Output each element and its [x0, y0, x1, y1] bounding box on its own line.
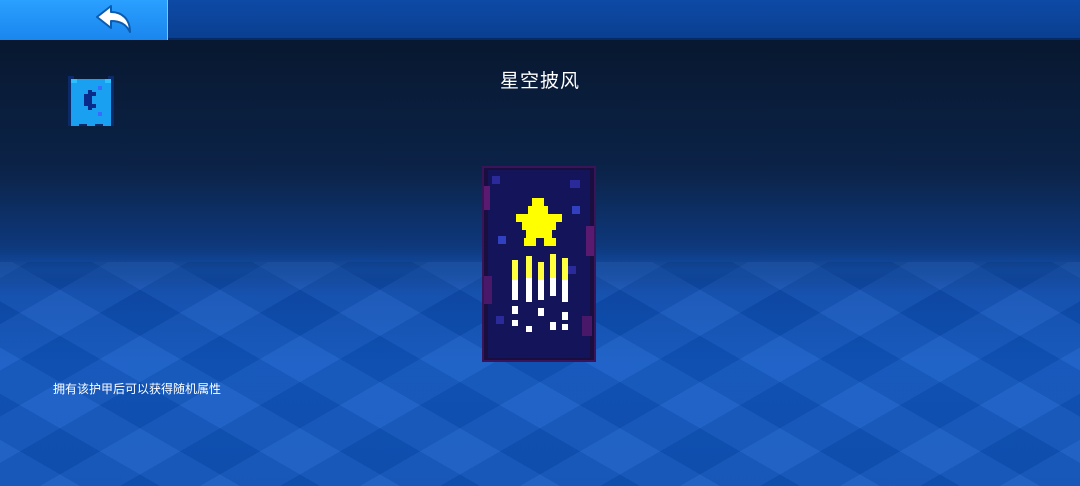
back-button[interactable]: [0, 0, 168, 40]
item-description: 拥有该护甲后可以获得随机属性: [53, 382, 222, 396]
cape-icon: [68, 76, 114, 126]
back-arrow-icon: [96, 5, 131, 33]
item-title: 星空披风: [499, 70, 580, 92]
star-cape-preview[interactable]: [482, 166, 596, 362]
top-bar: [0, 0, 1080, 40]
